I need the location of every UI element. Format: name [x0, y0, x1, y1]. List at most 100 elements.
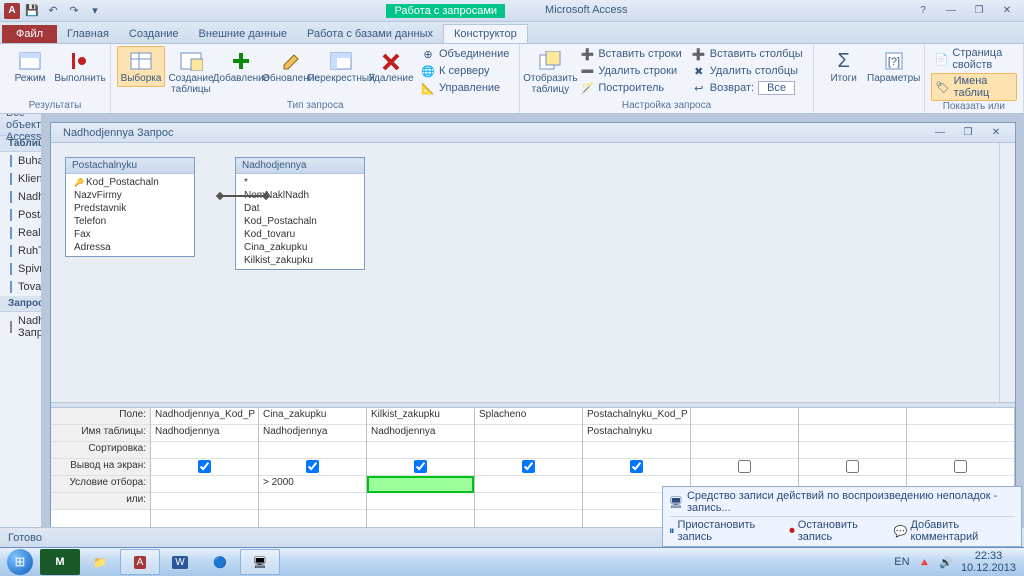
table-diagram[interactable]: Postachalnyku Kod_PostachalnNazvFirmyPre… [51, 143, 1015, 402]
close-button[interactable]: ✕ [994, 3, 1020, 19]
delete-cols-button[interactable]: ✖Удалить столбцы [688, 63, 807, 79]
tb-explorer[interactable]: 📁 [80, 549, 120, 575]
params-button[interactable]: [?]Параметры [870, 46, 918, 87]
select-query-button[interactable]: Выборка [117, 46, 165, 87]
tray-sound-icon[interactable]: 🔊 [939, 556, 953, 569]
window-controls: ? — ❐ ✕ [910, 3, 1020, 19]
tab-database[interactable]: Работа с базами данных [297, 25, 443, 43]
show-checkbox[interactable] [846, 460, 859, 473]
return-dropdown[interactable]: ↩Возврат: Все [688, 80, 807, 96]
grid-column[interactable]: Kilkist_zakupkuNadhodjennya [367, 408, 475, 538]
tab-external[interactable]: Внешние данные [189, 25, 297, 43]
psr-comment[interactable]: 💬Добавить комментарий [894, 519, 1015, 543]
tb-chrome[interactable]: 🔵 [200, 549, 240, 575]
nav-table-item[interactable]: Postachalnyku [0, 206, 41, 224]
start-button[interactable]: ⊞ [0, 548, 40, 577]
app-icon: A [4, 3, 20, 19]
append-button[interactable]: Добавление [217, 46, 265, 87]
view-button[interactable]: Режим [6, 46, 54, 87]
tb-word[interactable]: W [160, 549, 200, 575]
show-checkbox[interactable] [414, 460, 427, 473]
subwin-minimize[interactable]: — [927, 125, 953, 141]
builder-button[interactable]: 🪄Построитель [576, 80, 685, 96]
crosstab-button[interactable]: Перекрестный [317, 46, 365, 87]
tab-home[interactable]: Главная [57, 25, 119, 43]
show-checkbox[interactable] [630, 460, 643, 473]
tb-access[interactable]: A [120, 549, 160, 575]
nav-table-item[interactable]: RuhTovary [0, 242, 41, 260]
psr-stop[interactable]: ⏺Остановить запись [789, 519, 883, 543]
show-checkbox[interactable] [954, 460, 967, 473]
relationship-line[interactable] [219, 195, 267, 197]
delete-query-button[interactable]: Удаление [367, 46, 415, 87]
nav-table-item[interactable]: Spivrobitnuku [0, 260, 41, 278]
tray-flag[interactable]: 🔺 [918, 556, 932, 569]
propsheet-button[interactable]: 📄Страница свойств [931, 46, 1017, 72]
titlebar: A 💾 ↶ ↷ ▾ Работа с запросами Microsoft A… [0, 0, 1024, 22]
grid-column[interactable]: Cina_zakupkuNadhodjennya> 2000 [259, 408, 367, 538]
show-checkbox[interactable] [738, 460, 751, 473]
nav-section-queries[interactable]: Запросы [0, 296, 41, 312]
file-tab[interactable]: Файл [2, 25, 57, 43]
tray-lang[interactable]: EN [894, 556, 909, 568]
nav-table-item[interactable]: Klienty [0, 170, 41, 188]
table-postachalnyku[interactable]: Postachalnyku Kod_PostachalnNazvFirmyPre… [65, 157, 195, 257]
tab-create[interactable]: Создание [119, 25, 189, 43]
tb-app1[interactable]: M [40, 549, 80, 575]
qat-dropdown[interactable]: ▾ [86, 2, 104, 20]
rgroup-querytype: Выборка Создание таблицы Добавление Обно… [111, 44, 520, 113]
table-header: Postachalnyku [66, 158, 194, 174]
tb-psr[interactable]: 🖥 [240, 549, 280, 575]
totals-button[interactable]: ΣИтоги [820, 46, 868, 87]
ribbon-tabs: Файл Главная Создание Внешние данные Раб… [0, 22, 1024, 44]
table-nadhodjennya[interactable]: Nadhodjennya *NomNaklNadhDatKod_Postacha… [235, 157, 365, 270]
query-designer-window: Nadhodjennya Запрос — ❐ ✕ Postachalnyku … [50, 122, 1016, 539]
tray-clock[interactable]: 22:3310.12.2013 [961, 550, 1016, 574]
nav-table-item[interactable]: Realizaciya [0, 224, 41, 242]
passthrough-button[interactable]: 🌐К серверу [417, 63, 513, 79]
qat-redo[interactable]: ↷ [65, 2, 83, 20]
context-tab-label: Работа с запросами [386, 4, 505, 18]
nav-table-item[interactable]: Nadhodjennya [0, 188, 41, 206]
qat-undo[interactable]: ↶ [44, 2, 62, 20]
subwin-maximize[interactable]: ❐ [955, 125, 981, 141]
insert-cols-button[interactable]: ➕Вставить столбцы [688, 46, 807, 62]
union-button[interactable]: ⊕Объединение [417, 46, 513, 62]
minimize-button[interactable]: — [938, 3, 964, 19]
table-icon [10, 209, 12, 221]
nav-header[interactable]: Все объекты Access⊙ « [0, 114, 41, 136]
grid-column[interactable]: Splacheno [475, 408, 583, 538]
table-icon [10, 281, 12, 293]
show-checkbox[interactable] [306, 460, 319, 473]
psr-pause[interactable]: ⏸Приостановить запись [669, 519, 779, 543]
run-button[interactable]: Выполнить [56, 46, 104, 87]
svg-text:[?]: [?] [888, 56, 900, 68]
datadef-button[interactable]: 📐Управление [417, 80, 513, 96]
table-names-button[interactable]: 🏷Имена таблиц [931, 73, 1017, 101]
diagram-scrollbar[interactable] [999, 143, 1015, 402]
help-icon[interactable]: ? [910, 3, 936, 19]
nav-table-item[interactable]: Buhalteriya [0, 152, 41, 170]
tab-design[interactable]: Конструктор [443, 24, 528, 43]
show-checkbox[interactable] [522, 460, 535, 473]
insert-rows-button[interactable]: ➕Вставить строки [576, 46, 685, 62]
nav-pane: Все объекты Access⊙ « Таблицы Buhalteriy… [0, 114, 42, 547]
table-icon [10, 263, 12, 275]
subwin-close[interactable]: ✕ [983, 125, 1009, 141]
system-tray: EN 🔺 🔊 22:3310.12.2013 [886, 550, 1024, 574]
nav-table-item[interactable]: Tovary [0, 278, 41, 296]
rgroup-results-label: Результаты [6, 100, 104, 111]
grid-column[interactable]: Nadhodjennya_Kod_PNadhodjennya [151, 408, 259, 538]
delete-rows-button[interactable]: ➖Удалить строки [576, 63, 685, 79]
ribbon: Режим Выполнить Результаты Выборка Созда… [0, 44, 1024, 114]
show-checkbox[interactable] [198, 460, 211, 473]
rgroup-querysetup-label: Настройка запроса [526, 100, 806, 111]
rgroup-showhide: 📄Страница свойств 🏷Имена таблиц Показать… [925, 44, 1024, 113]
show-table-button[interactable]: Отобразить таблицу [526, 46, 574, 98]
maximize-button[interactable]: ❐ [966, 3, 992, 19]
qat-save[interactable]: 💾 [23, 2, 41, 20]
workspace: Nadhodjennya Запрос — ❐ ✕ Postachalnyku … [42, 114, 1024, 547]
main-area: Все объекты Access⊙ « Таблицы Buhalteriy… [0, 114, 1024, 547]
nav-query-item[interactable]: Nadhodjennya Запрос [0, 312, 41, 342]
make-table-button[interactable]: Создание таблицы [167, 46, 215, 98]
